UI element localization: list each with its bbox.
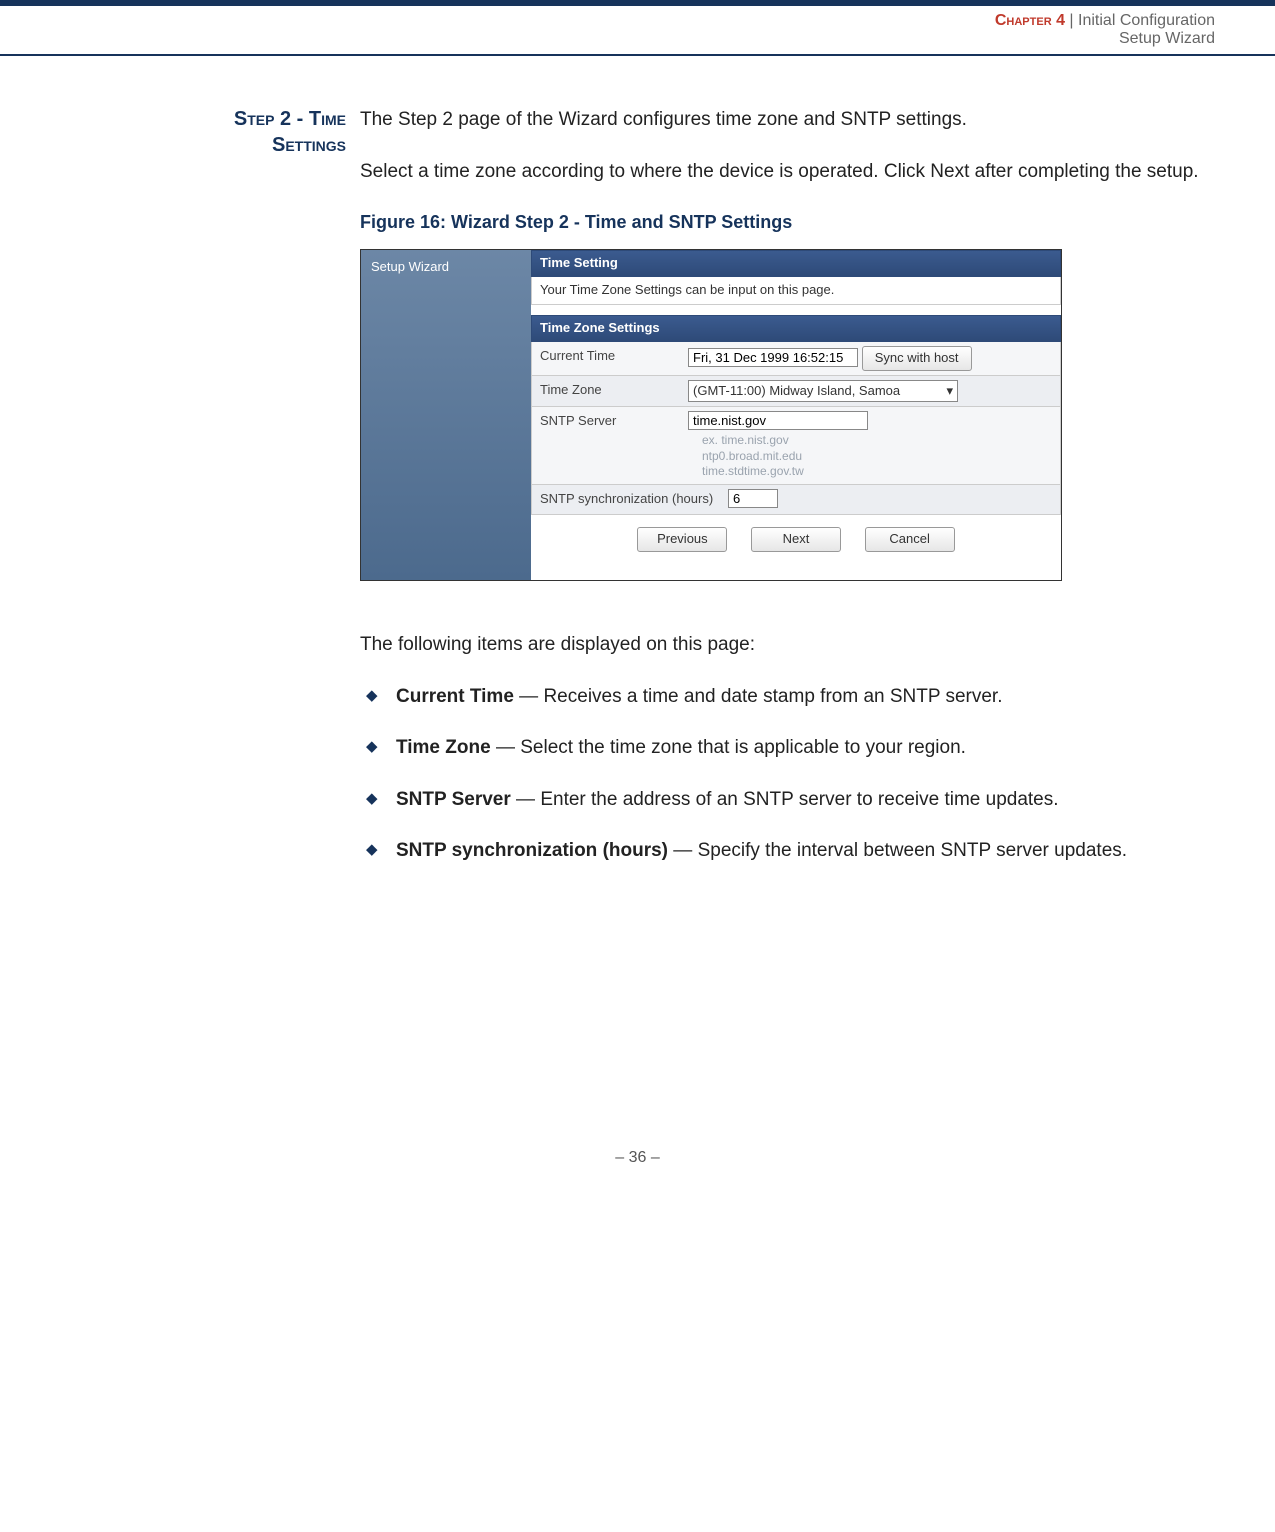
item-desc: — Specify the interval between SNTP serv…: [668, 840, 1127, 861]
intro-paragraph-1: The Step 2 page of the Wizard configures…: [360, 106, 1215, 134]
item-term: Current Time: [396, 686, 514, 707]
item-term: SNTP synchronization (hours): [396, 840, 668, 861]
header-title: Initial Configuration: [1078, 12, 1215, 29]
previous-button[interactable]: Previous: [637, 527, 727, 552]
page-header: Chapter 4 | Initial Configuration Setup …: [0, 0, 1275, 56]
list-item: Current Time — Receives a time and date …: [360, 683, 1215, 711]
section-heading-line2: Settings: [272, 134, 346, 156]
current-time-input[interactable]: [688, 348, 858, 367]
sntp-server-input[interactable]: [688, 411, 868, 430]
sntp-hint-line2: ntp0.broad.mit.edu: [702, 449, 802, 463]
current-time-label: Current Time: [532, 342, 682, 371]
wizard-sidebar: Setup Wizard: [361, 250, 531, 580]
time-setting-description: Your Time Zone Settings can be input on …: [531, 277, 1061, 305]
sntp-hint: ex. time.nist.gov ntp0.broad.mit.edu tim…: [688, 433, 1054, 480]
wizard-sidebar-title: Setup Wizard: [371, 259, 449, 274]
wizard-screenshot: Setup Wizard Time Setting Your Time Zone…: [360, 249, 1062, 581]
time-zone-selected: (GMT-11:00) Midway Island, Samoa: [693, 383, 900, 398]
sntp-hint-line1: ex. time.nist.gov: [702, 433, 789, 447]
chapter-label: Chapter 4: [995, 12, 1065, 29]
list-item: SNTP Server — Enter the address of an SN…: [360, 786, 1215, 814]
wizard-button-row: Previous Next Cancel: [531, 515, 1061, 568]
item-desc: — Receives a time and date stamp from an…: [514, 686, 1003, 707]
time-setting-header: Time Setting: [531, 250, 1061, 277]
item-desc: — Enter the address of an SNTP server to…: [511, 789, 1059, 810]
items-intro: The following items are displayed on thi…: [360, 631, 1215, 659]
sync-with-host-button[interactable]: Sync with host: [862, 346, 972, 371]
time-zone-select[interactable]: (GMT-11:00) Midway Island, Samoa ▾: [688, 380, 958, 403]
time-zone-settings-header: Time Zone Settings: [531, 315, 1061, 342]
sntp-sync-hours-input[interactable]: [728, 489, 778, 508]
header-subtitle: Setup Wizard: [0, 30, 1215, 48]
page-number: – 36 –: [0, 889, 1275, 1197]
list-item: Time Zone — Select the time zone that is…: [360, 734, 1215, 762]
sntp-server-label: SNTP Server: [532, 407, 682, 436]
item-desc: — Select the time zone that is applicabl…: [491, 737, 966, 758]
cancel-button[interactable]: Cancel: [865, 527, 955, 552]
header-separator: |: [1065, 12, 1078, 29]
list-item: SNTP synchronization (hours) — Specify t…: [360, 837, 1215, 865]
item-term: Time Zone: [396, 737, 491, 758]
intro-paragraph-2: Select a time zone according to where th…: [360, 158, 1215, 186]
items-list: Current Time — Receives a time and date …: [360, 683, 1215, 865]
chevron-down-icon: ▾: [946, 382, 953, 401]
section-heading: Step 2 - Time Settings: [0, 106, 346, 158]
next-button[interactable]: Next: [751, 527, 841, 552]
item-term: SNTP Server: [396, 789, 511, 810]
section-heading-line1: Step 2 - Time: [234, 108, 346, 130]
figure-caption: Figure 16: Wizard Step 2 - Time and SNTP…: [360, 209, 1215, 235]
sntp-sync-hours-label: SNTP synchronization (hours): [532, 485, 722, 514]
sntp-hint-line3: time.stdtime.gov.tw: [702, 464, 804, 478]
time-zone-label: Time Zone: [532, 376, 682, 405]
